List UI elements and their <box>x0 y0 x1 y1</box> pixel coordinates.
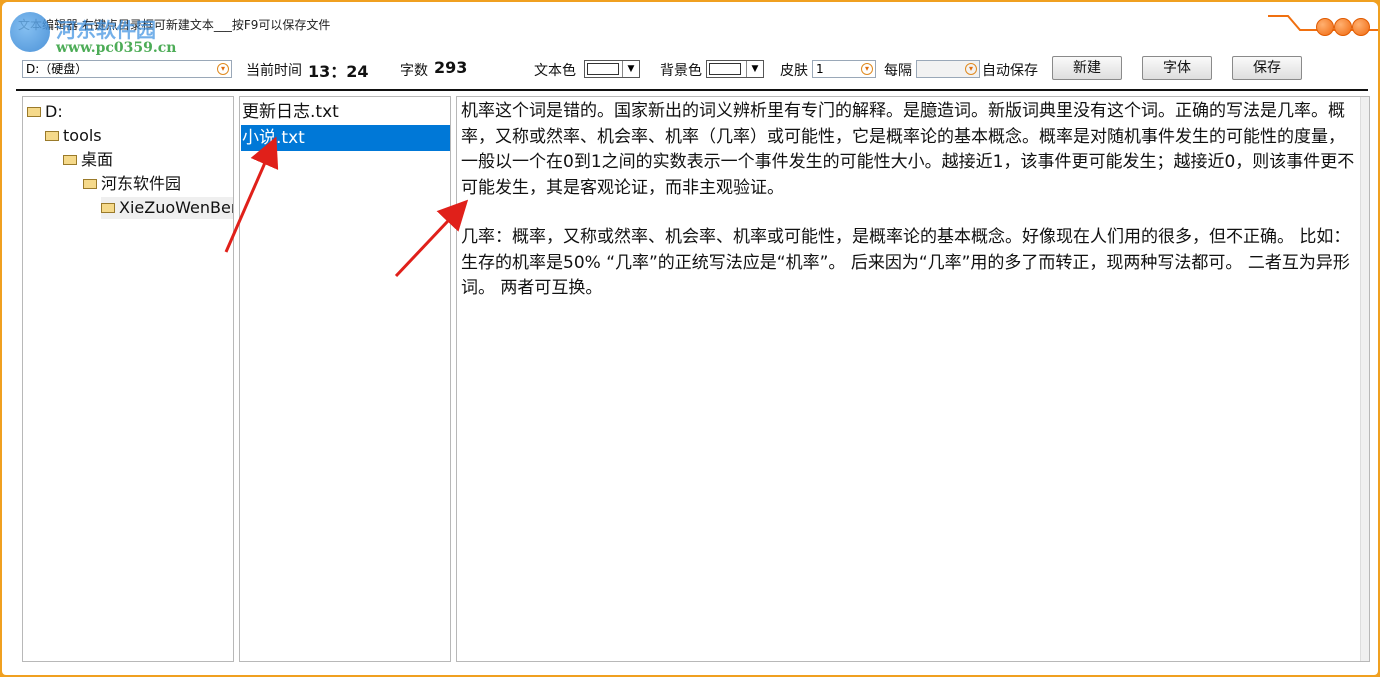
watermark: 河东软件园 www.pc0359.cn <box>10 12 210 56</box>
tree-item-label: XieZuoWenBen <box>119 198 234 217</box>
chevron-down-icon[interactable]: ▾ <box>217 63 229 75</box>
watermark-name: 河东软件园 <box>56 18 156 42</box>
skin-select[interactable]: 1 ▾ <box>812 60 876 78</box>
count-label: 字数 <box>400 63 428 79</box>
drive-select[interactable]: D:（硬盘） ▾ <box>22 60 232 78</box>
text-color-label: 文本色 <box>534 63 576 79</box>
editor-paragraph: 几率：概率，又称或然率、机会率、机率或可能性，是概率论的基本概念。好像现在人们用… <box>461 227 1351 298</box>
folder-icon <box>63 154 77 165</box>
text-editor[interactable]: 机率这个词是错的。国家新出的词义辨析里有专门的解释。是臆造词。新版词典里没有这个… <box>456 96 1370 662</box>
tree-item-label: D: <box>45 102 63 121</box>
bg-color-picker[interactable]: ▼ <box>706 60 764 78</box>
file-list[interactable]: 更新日志.txt 小说.txt <box>239 96 451 662</box>
file-item[interactable]: 更新日志.txt <box>241 99 450 125</box>
title-bar[interactable]: 文本编辑器 右键点目录框可新建文本___按F9可以保存文件 河东软件园 www.… <box>2 2 1378 56</box>
tree-item-label: 桌面 <box>81 150 114 169</box>
directory-tree[interactable]: D: tools 桌面 河东软件园 XieZuoWenBen <box>22 96 234 662</box>
new-button[interactable]: 新建 <box>1052 56 1122 80</box>
chevron-down-icon[interactable]: ▾ <box>965 63 977 75</box>
editor-content[interactable]: 机率这个词是错的。国家新出的词义辨析里有专门的解释。是臆造词。新版词典里没有这个… <box>461 99 1357 326</box>
skin-label: 皮肤 <box>780 63 808 79</box>
tree-item-d[interactable]: D: <box>27 101 63 123</box>
watermark-logo-icon <box>10 12 50 52</box>
dropdown-arrow-icon[interactable]: ▼ <box>622 61 639 77</box>
drive-select-value: D:（硬盘） <box>26 62 88 76</box>
interval-label: 每隔 <box>884 63 912 79</box>
app-window: 文本编辑器 右键点目录框可新建文本___按F9可以保存文件 河东软件园 www.… <box>2 2 1378 675</box>
tree-item-label: tools <box>63 126 102 145</box>
editor-paragraph: 机率这个词是错的。国家新出的词义辨析里有专门的解释。是臆造词。新版词典里没有这个… <box>461 101 1355 198</box>
folder-icon <box>27 106 41 117</box>
file-item-selected[interactable]: 小说.txt <box>241 125 450 151</box>
editor-scrollbar[interactable] <box>1360 97 1369 661</box>
tree-item-hedong[interactable]: 河东软件园 <box>83 173 181 195</box>
folder-icon <box>45 130 59 141</box>
count-value: 293 <box>434 58 468 77</box>
tree-item-desktop[interactable]: 桌面 <box>63 149 113 171</box>
close-button[interactable] <box>1352 18 1370 36</box>
dropdown-arrow-icon[interactable]: ▼ <box>746 61 763 77</box>
maximize-button[interactable] <box>1334 18 1352 36</box>
minimize-button[interactable] <box>1316 18 1334 36</box>
chevron-down-icon[interactable]: ▾ <box>861 63 873 75</box>
tree-item-tools[interactable]: tools <box>45 125 102 147</box>
tree-item-label: 河东软件园 <box>101 174 182 193</box>
text-color-swatch <box>587 63 619 75</box>
folder-open-icon <box>101 202 115 213</box>
folder-icon <box>83 178 97 189</box>
time-label: 当前时间 <box>246 63 302 79</box>
bg-color-label: 背景色 <box>660 63 702 79</box>
autosave-label: 自动保存 <box>982 63 1038 79</box>
time-value: 13：24 <box>308 62 369 81</box>
toolbar-divider <box>16 89 1368 91</box>
bg-color-swatch <box>709 63 741 75</box>
save-button[interactable]: 保存 <box>1232 56 1302 80</box>
font-button[interactable]: 字体 <box>1142 56 1212 80</box>
tree-item-xiezuowenben[interactable]: XieZuoWenBen <box>101 197 234 219</box>
interval-select[interactable]: ▾ <box>916 60 980 78</box>
text-color-picker[interactable]: ▼ <box>584 60 640 78</box>
skin-select-value: 1 <box>816 62 824 76</box>
